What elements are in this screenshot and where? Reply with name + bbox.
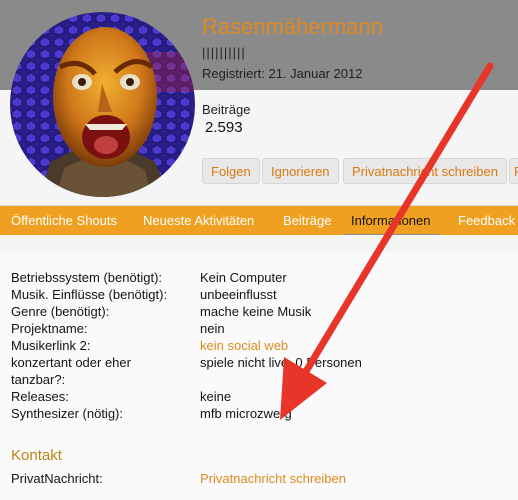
avatar-image	[10, 12, 195, 197]
info-row-label: Releases:	[11, 389, 69, 404]
tab-posts[interactable]: Beiträge	[283, 206, 331, 235]
info-row-label: Musik. Einflüsse (benötigt):	[11, 287, 168, 302]
info-row-label: Genre (benötigt):	[11, 304, 110, 319]
tab-information[interactable]: Informationen	[343, 206, 439, 235]
info-row-label: konzertant oder eher	[11, 355, 131, 370]
info-row-label: Betriebssystem (benötigt):	[11, 270, 163, 285]
tab-public-shouts[interactable]: Öffentliche Shouts	[11, 206, 117, 235]
follow-button[interactable]: Folgen	[202, 158, 260, 184]
musician-link[interactable]: kein social web	[200, 338, 288, 353]
info-row-value: nein	[200, 321, 225, 336]
posts-label: Beiträge	[202, 102, 251, 117]
info-row-value: keine	[200, 389, 232, 404]
contact-private-message-link[interactable]: Privatnachricht schreiben	[200, 471, 346, 486]
avatar[interactable]	[10, 12, 195, 197]
registration-date: Registriert: 21. Januar 2012	[202, 66, 363, 81]
user-title: ||||||||||	[202, 45, 246, 60]
posts-count: 2.593	[205, 119, 243, 136]
info-row-label: Synthesizer (nötig):	[11, 406, 123, 421]
ignore-button[interactable]: Ignorieren	[262, 158, 339, 184]
info-row-value: unbeeinflusst	[200, 287, 277, 302]
info-row-value: mfb microzwerg	[200, 406, 292, 421]
info-row-value: mache keine Musik	[200, 304, 312, 319]
more-actions-button[interactable]: R	[509, 158, 518, 184]
info-row-label: tanzbar?:	[11, 372, 66, 387]
contact-section-title: Kontakt	[11, 447, 62, 464]
info-row-value: Kein Computer	[200, 270, 287, 285]
username: Rasenmähermann	[202, 14, 383, 39]
tab-feedback[interactable]: Feedback	[458, 206, 515, 235]
contact-label: PrivatNachricht:	[11, 471, 103, 486]
profile-tabs: Öffentliche Shouts Neueste Aktivitäten B…	[0, 205, 518, 235]
tab-recent-activity[interactable]: Neueste Aktivitäten	[143, 206, 254, 235]
info-row-label: Musikerlink 2:	[11, 338, 91, 353]
info-row-value: spiele nicht live, 0 Personen	[200, 355, 362, 370]
info-row-label: Projektname:	[11, 321, 88, 336]
private-message-button[interactable]: Privatnachricht schreiben	[343, 158, 507, 184]
